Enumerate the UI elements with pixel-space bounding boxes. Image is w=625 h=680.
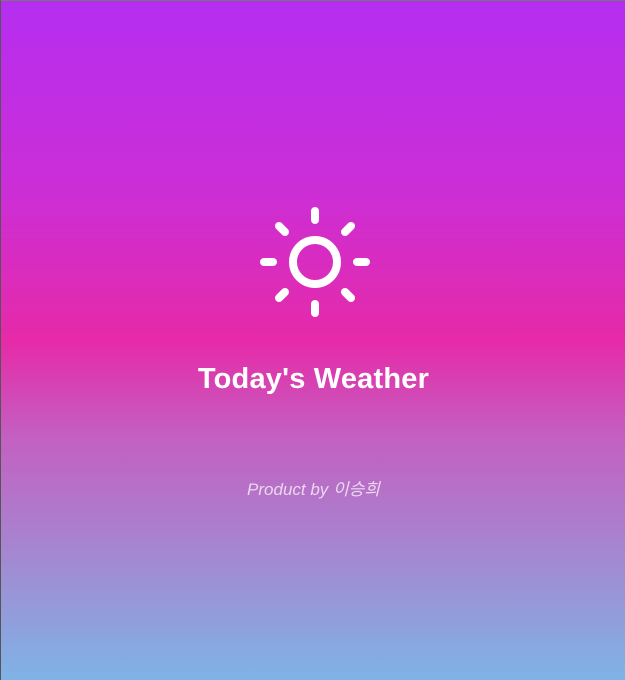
weather-splash-screen: Today's Weather Product by 이승희 [0, 0, 625, 680]
sun-icon [260, 207, 370, 317]
product-credit: Product by 이승희 [247, 480, 380, 499]
app-title: Today's Weather [197, 363, 430, 395]
